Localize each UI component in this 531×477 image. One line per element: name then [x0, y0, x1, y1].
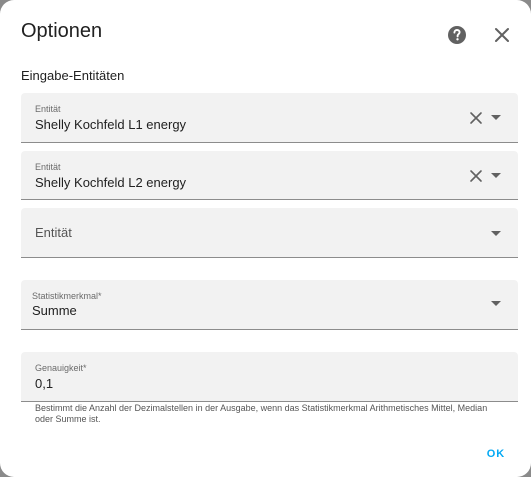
dropdown-arrow-icon[interactable]: [489, 300, 503, 308]
section-label-input-entities: Eingabe-Entitäten: [21, 68, 125, 83]
entity-field-3[interactable]: Entität: [21, 208, 518, 258]
options-dialog: Optionen Eingabe-Entitäten Entität Shell…: [0, 0, 531, 477]
help-circle-icon: [448, 26, 466, 44]
field-label: Statistikmerkmal*: [32, 291, 102, 301]
clear-icon[interactable]: [469, 169, 483, 183]
entity-field-1[interactable]: Entität Shelly Kochfeld L1 energy: [21, 93, 518, 143]
field-value: Shelly Kochfeld L2 energy: [35, 175, 187, 190]
close-icon: [495, 28, 509, 42]
field-label: Entität: [35, 104, 61, 114]
help-button[interactable]: [443, 21, 471, 49]
precision-field[interactable]: Genauigkeit* 0,1: [21, 352, 518, 402]
field-label: Entität: [35, 162, 61, 172]
field-label: Entität: [35, 225, 72, 240]
field-value: 0,1: [35, 376, 54, 391]
dialog-title: Optionen: [21, 20, 103, 42]
dropdown-arrow-icon[interactable]: [489, 230, 503, 238]
field-label: Genauigkeit*: [35, 363, 87, 373]
ok-button[interactable]: OK: [480, 444, 512, 464]
dropdown-arrow-icon[interactable]: [489, 172, 503, 180]
statistic-select[interactable]: Statistikmerkmal* Summe: [21, 280, 518, 330]
entity-field-2[interactable]: Entität Shelly Kochfeld L2 energy: [21, 151, 518, 200]
clear-icon[interactable]: [469, 111, 483, 125]
precision-helper-text: Bestimmt die Anzahl der Dezimalstellen i…: [35, 403, 488, 424]
close-button[interactable]: [488, 21, 516, 49]
field-value: Summe: [32, 303, 77, 318]
dropdown-arrow-icon[interactable]: [489, 114, 503, 122]
field-value: Shelly Kochfeld L1 energy: [35, 117, 187, 132]
